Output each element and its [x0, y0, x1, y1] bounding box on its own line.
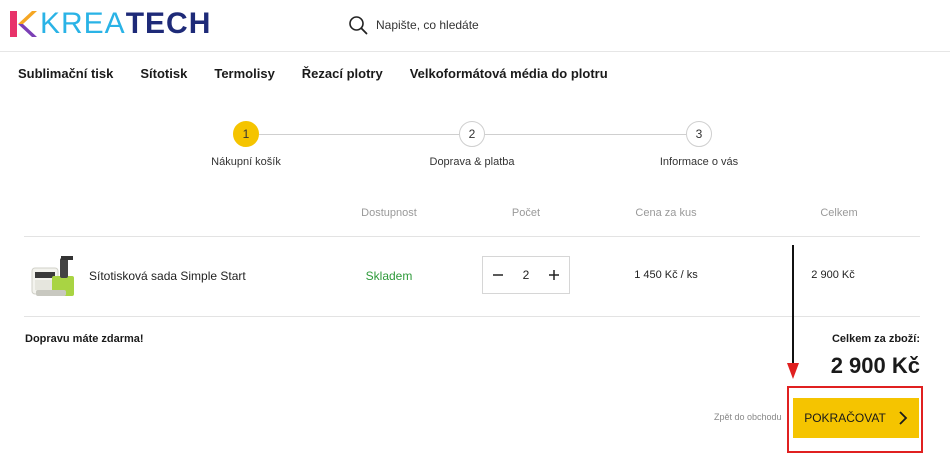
step-connector	[485, 134, 686, 135]
continue-button[interactable]: POKRAČOVAT	[793, 398, 919, 438]
step-3-label: Informace o vás	[659, 156, 739, 168]
nav-item-rezaci-plotry[interactable]: Řezací plotry	[302, 66, 383, 81]
nav-item-sitotisk[interactable]: Sítotisk	[140, 66, 187, 81]
unit-price: 1 450 Kč / ks	[634, 269, 698, 281]
table-divider	[24, 236, 920, 237]
logo-tech: TECH	[125, 7, 212, 40]
search-box[interactable]	[348, 14, 576, 36]
column-header-availability: Dostupnost	[361, 207, 417, 219]
checkout-steps: 1 2 3 Nákupní košík Doprava & platba Inf…	[0, 120, 950, 180]
plus-icon[interactable]	[545, 266, 563, 284]
column-header-total: Celkem	[820, 207, 858, 219]
step-1-label: Nákupní košík	[211, 156, 281, 168]
column-header-quantity: Počet	[511, 207, 541, 219]
column-header-unit-price: Cena za kus	[635, 207, 697, 219]
availability-status: Skladem	[365, 269, 413, 283]
step-3-circle[interactable]: 3	[686, 121, 712, 147]
quantity-value[interactable]: 2	[523, 268, 530, 282]
row-total: 2 900 Kč	[811, 269, 855, 281]
site-header: KREATECH	[0, 0, 950, 52]
category-nav: Sublimační tisk Sítotisk Termolisy Řezac…	[18, 66, 635, 81]
chevron-right-icon	[899, 411, 908, 425]
nav-item-velkoformatova-media[interactable]: Velkoformátová média do plotru	[410, 66, 608, 81]
total-label: Celkem za zboží:	[831, 333, 920, 345]
free-shipping-note: Dopravu máte zdarma!	[25, 333, 144, 345]
search-input[interactable]	[376, 18, 576, 32]
continue-label: POKRAČOVAT	[804, 411, 886, 425]
quantity-stepper: 2	[482, 256, 570, 294]
plus-glyph	[549, 270, 559, 280]
product-thumbnail[interactable]	[28, 254, 76, 300]
product-name[interactable]: Sítotisková sada Simple Start	[89, 269, 246, 283]
step-2-label: Doprava & platba	[429, 156, 515, 168]
logo[interactable]: KREATECH	[8, 9, 211, 39]
logo-krea: KREA	[40, 7, 126, 40]
annotation-arrow-icon	[787, 245, 799, 379]
logo-text: KREATECH	[40, 9, 211, 39]
nav-item-sublimacni-tisk[interactable]: Sublimační tisk	[18, 66, 113, 81]
step-1-circle[interactable]: 1	[233, 121, 259, 147]
total-value: 2 900 Kč	[830, 353, 920, 378]
minus-glyph	[493, 274, 503, 276]
step-connector	[259, 134, 459, 135]
minus-icon[interactable]	[489, 266, 507, 284]
search-icon[interactable]	[348, 15, 368, 35]
back-to-shop-link[interactable]: Zpět do obchodu	[714, 412, 782, 422]
logo-mark-icon	[10, 11, 37, 37]
nav-item-termolisy[interactable]: Termolisy	[214, 66, 274, 81]
step-2-circle[interactable]: 2	[459, 121, 485, 147]
